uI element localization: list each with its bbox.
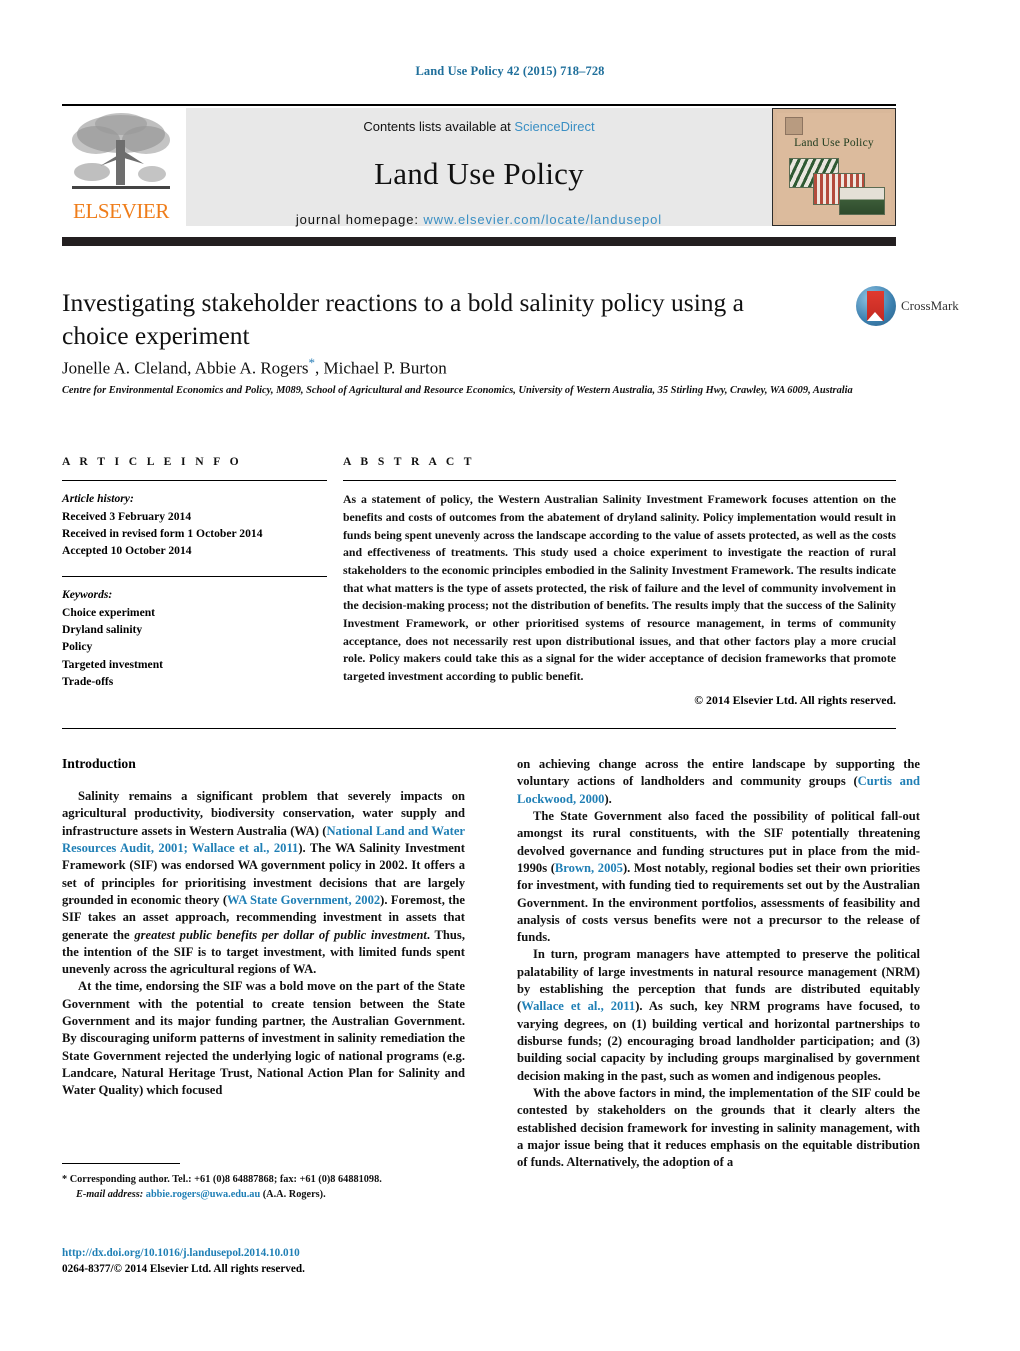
keywords-group: Keywords: Choice experiment Dryland sali… [62,586,327,690]
body-divider-rule [62,728,896,730]
author-list: Jonelle A. Cleland, Abbie A. Rogers*, Mi… [62,355,822,379]
keyword-item: Trade-offs [62,675,114,689]
paragraph: At the time, endorsing the SIF was a bol… [62,979,465,1098]
abstract-column: A B S T R A C T As a statement of policy… [343,455,896,708]
article-info-heading: A R T I C L E I N F O [62,455,243,468]
crossmark-icon [856,286,896,326]
doi-link[interactable]: http://dx.doi.org/10.1016/j.landusepol.2… [62,1245,512,1261]
crossmark-badge[interactable]: CrossMark [856,286,959,328]
emphasis-run: greatest public benefits per dollar of p… [134,927,427,942]
cover-inner: Land Use Policy [777,113,891,221]
cover-title: Land Use Policy [794,137,874,149]
cover-elsevier-mark-icon [785,117,803,135]
history-item: Accepted 10 October 2014 [62,544,192,558]
email-label: E-mail address: [76,1189,144,1201]
citation-link[interactable]: WA State Government, 2002 [227,893,380,907]
body-column-right: on achieving change across the entire la… [517,756,920,1172]
running-head: Land Use Policy 42 (2015) 718–728 [415,64,605,78]
contents-prefix: Contents lists available at [363,119,515,134]
header-thick-divider [62,237,896,246]
header-top-rule [62,104,896,106]
keywords-rule [62,575,327,578]
email-link[interactable]: abbie.rogers@uwa.edu.au [146,1189,260,1200]
journal-cover-thumbnail: Land Use Policy [772,108,896,226]
homepage-prefix: journal homepage: [295,212,424,227]
keywords-label: Keywords: [62,588,113,602]
issn-copyright-line: 0264-8377/© 2014 Elsevier Ltd. All right… [62,1263,305,1276]
footnote-rule [62,1163,180,1165]
keyword-item: Targeted investment [62,657,164,671]
paragraph: With the above factors in mind, the impl… [517,1085,920,1170]
abstract-copyright: © 2014 Elsevier Ltd. All rights reserved… [694,692,896,707]
text-run: ). [604,791,612,806]
paragraph: The State Government also faced the poss… [517,808,920,947]
keyword-item: Choice experiment [62,605,156,619]
paragraph: on achieving change across the entire la… [517,756,920,808]
crossmark-book-shape [867,291,884,321]
doi-block: http://dx.doi.org/10.1016/j.landusepol.2… [62,1245,512,1277]
introduction-heading: Introduction [62,756,136,771]
elsevier-wordmark: ELSEVIER [73,199,169,223]
email-suffix: (A.A. Rogers). [260,1189,326,1201]
article-info-column: A R T I C L E I N F O Article history: R… [62,455,327,691]
keyword-item: Policy [62,640,93,654]
authors-main: Jonelle A. Cleland, Abbie A. Rogers [62,358,309,378]
footnote-block: * Corresponding author. Tel.: +61 (0)8 6… [62,1172,465,1202]
crossmark-label: CrossMark [901,298,959,313]
homepage-url-link[interactable]: www.elsevier.com/locate/landusepol [423,212,662,227]
abstract-rule [343,480,896,482]
email-note: E-mail address: abbie.rogers@uwa.edu.au … [62,1187,465,1202]
citation-link[interactable]: Wallace et al., 2011 [521,999,635,1013]
paragraph: Salinity remains a significant problem t… [62,788,465,978]
history-item: Received in revised form 1 October 2014 [62,527,263,541]
paragraph: In turn, program managers have attempted… [517,946,920,1085]
body-column-left: Introduction Salinity remains a signific… [62,756,465,1100]
citation-link[interactable]: Brown, 2005 [555,861,623,875]
journal-homepage-line: journal homepage: www.elsevier.com/locat… [186,212,772,227]
abstract-heading: A B S T R A C T [343,455,475,468]
article-history-group: Article history: Received 3 February 201… [62,490,327,560]
journal-title: Land Use Policy [374,156,584,191]
paper-page: Land Use Policy 42 (2015) 718–728 ELSEVI… [0,0,1020,1351]
elsevier-logo: ELSEVIER [62,108,180,226]
abstract-body: As a statement of policy, the Western Au… [343,492,896,684]
sciencedirect-link[interactable]: ScienceDirect [514,119,594,134]
article-info-rule [62,480,327,482]
affiliation: Centre for Environmental Economics and P… [62,385,853,396]
keyword-item: Dryland salinity [62,622,143,636]
journal-header: ELSEVIER Contents lists available at Sci… [62,108,896,227]
cover-image-3 [839,187,885,215]
page-title: Investigating stakeholder reactions to a… [62,288,744,351]
corresponding-author-note: * Corresponding author. Tel.: +61 (0)8 6… [62,1174,382,1185]
history-item: Received 3 February 2014 [62,509,192,523]
contents-line: Contents lists available at ScienceDirec… [186,119,772,134]
article-history-label: Article history: [62,492,134,506]
elsevier-tree-icon [72,113,170,189]
authors-tail: , Michael P. Burton [314,358,447,378]
journal-banner: Contents lists available at ScienceDirec… [186,108,772,227]
